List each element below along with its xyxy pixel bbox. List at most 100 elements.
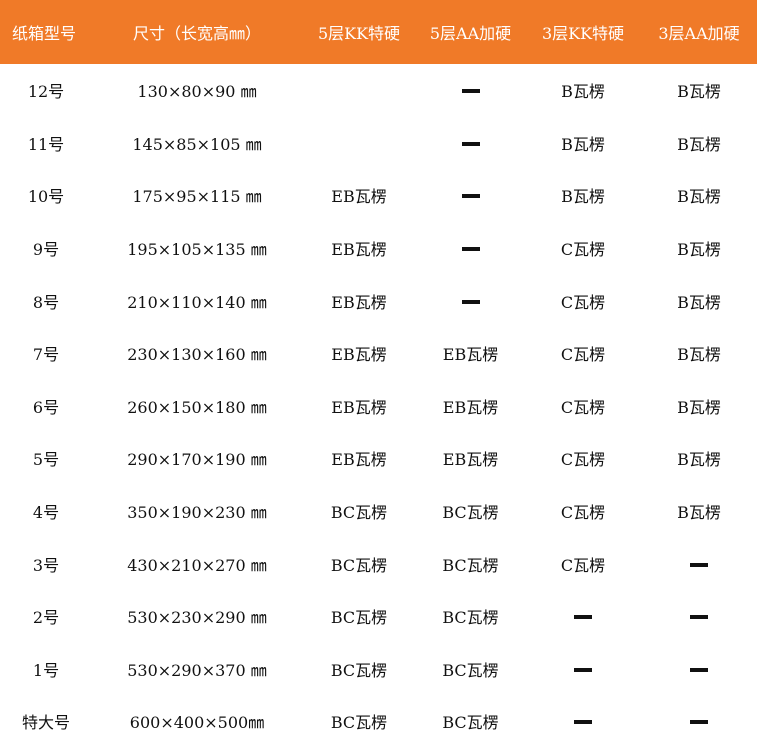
cell-model: 5号 <box>32 450 60 470</box>
carton-spec-sheet: 纸箱型号 尺寸（长宽高㎜） 5层KK特硬 5层AA加硬 3层KK特硬 3层AA加… <box>0 0 757 738</box>
cell-5ply-kk: EB瓦楞 <box>331 397 387 417</box>
cell-3ply-kk: C瓦楞 <box>560 503 606 523</box>
table-row: 10号 175×95×115 ㎜ EB瓦楞 — B瓦楞 B瓦楞 <box>0 169 757 222</box>
cell-5ply-aa: BC瓦楞 <box>442 713 499 733</box>
cell-size: 195×105×135 ㎜ <box>127 240 267 260</box>
cell-5ply-kk: EB瓦楞 <box>331 345 387 365</box>
header-5ply-aa: 5层AA加硬 <box>429 24 512 43</box>
cell-model: 2号 <box>32 608 60 628</box>
cell-3ply-aa: B瓦楞 <box>677 503 721 523</box>
dash-mark: — <box>461 89 480 94</box>
header-5ply-kk: 5层KK特硬 <box>317 24 401 43</box>
dash-mark: — <box>690 667 708 672</box>
cell-5ply-aa: — <box>416 169 525 222</box>
table-row: 6号 260×150×180 ㎜ EB瓦楞 EB瓦楞 C瓦楞 B瓦楞 <box>0 380 757 433</box>
cell-5ply-aa: EB瓦楞 <box>442 345 499 365</box>
cell-3ply-aa: B瓦楞 <box>677 187 721 207</box>
cell-model: 12号 <box>27 82 65 102</box>
table-row: 7号 230×130×160 ㎜ EB瓦楞 EB瓦楞 C瓦楞 B瓦楞 <box>0 327 757 380</box>
dash-mark: — <box>574 720 592 725</box>
cell-3ply-kk: B瓦楞 <box>561 187 605 207</box>
cell-size: 430×210×270 ㎜ <box>127 555 267 575</box>
cell-3ply-kk: C瓦楞 <box>560 555 606 575</box>
table-row: 9号 195×105×135 ㎜ EB瓦楞 — C瓦楞 B瓦楞 <box>0 222 757 275</box>
cell-5ply-kk <box>302 117 416 170</box>
cell-5ply-kk: EB瓦楞 <box>331 450 387 470</box>
header-size: 尺寸（长宽高㎜） <box>132 24 261 43</box>
cell-5ply-aa: EB瓦楞 <box>442 397 499 417</box>
dash-mark: — <box>461 194 480 199</box>
cell-5ply-kk: EB瓦楞 <box>331 187 387 207</box>
cell-5ply-kk: BC瓦楞 <box>330 713 388 733</box>
table-row: 8号 210×110×140 ㎜ EB瓦楞 — C瓦楞 B瓦楞 <box>0 274 757 327</box>
cell-3ply-aa: B瓦楞 <box>677 397 721 417</box>
table-header: 纸箱型号 尺寸（长宽高㎜） 5层KK特硬 5层AA加硬 3层KK特硬 3层AA加… <box>0 0 757 64</box>
cell-5ply-aa: BC瓦楞 <box>442 660 499 680</box>
table-row: 2号 530×230×290 ㎜ BC瓦楞 BC瓦楞 — — <box>0 590 757 643</box>
cell-3ply-aa: — <box>641 643 757 696</box>
cell-model: 3号 <box>32 555 60 575</box>
cell-model: 8号 <box>32 292 60 312</box>
cell-3ply-kk: B瓦楞 <box>561 82 605 102</box>
cell-size: 175×95×115 ㎜ <box>132 187 262 207</box>
cell-3ply-aa: — <box>641 695 757 748</box>
header-3ply-kk: 3层KK特硬 <box>541 24 625 43</box>
table-row: 4号 350×190×230 ㎜ BC瓦楞 BC瓦楞 C瓦楞 B瓦楞 <box>0 485 757 538</box>
table-row: 1号 530×290×370 ㎜ BC瓦楞 BC瓦楞 — — <box>0 643 757 696</box>
dash-mark: — <box>461 299 480 304</box>
cell-3ply-kk: — <box>525 695 641 748</box>
dash-mark: — <box>690 562 708 567</box>
cell-size: 350×190×230 ㎜ <box>127 503 267 523</box>
cell-3ply-kk: C瓦楞 <box>560 450 606 470</box>
cell-3ply-aa: B瓦楞 <box>677 240 721 260</box>
cell-3ply-kk: — <box>525 590 641 643</box>
cell-5ply-aa: — <box>416 274 525 327</box>
cell-size: 600×400×500㎜ <box>129 713 265 733</box>
header-3ply-aa: 3层AA加硬 <box>658 24 740 43</box>
cell-3ply-kk: — <box>525 643 641 696</box>
dash-mark: — <box>574 667 592 672</box>
cell-5ply-aa: BC瓦楞 <box>442 555 499 575</box>
cell-5ply-kk: EB瓦楞 <box>331 240 387 260</box>
cell-model: 4号 <box>32 503 60 523</box>
cell-5ply-aa: — <box>416 222 525 275</box>
carton-spec-table: 纸箱型号 尺寸（长宽高㎜） 5层KK特硬 5层AA加硬 3层KK特硬 3层AA加… <box>0 0 757 748</box>
table-row: 5号 290×170×190 ㎜ EB瓦楞 EB瓦楞 C瓦楞 B瓦楞 <box>0 432 757 485</box>
dash-mark: — <box>461 247 480 252</box>
cell-3ply-aa: B瓦楞 <box>677 292 721 312</box>
cell-3ply-aa: — <box>641 537 757 590</box>
dash-mark: — <box>461 141 480 146</box>
cell-5ply-aa: BC瓦楞 <box>442 608 499 628</box>
table-row: 特大号 600×400×500㎜ BC瓦楞 BC瓦楞 — — <box>0 695 757 748</box>
dash-mark: — <box>690 615 708 620</box>
dash-mark: — <box>690 720 708 725</box>
cell-5ply-kk: BC瓦楞 <box>330 503 388 523</box>
cell-3ply-kk: C瓦楞 <box>560 345 606 365</box>
dash-mark: — <box>574 615 592 620</box>
table-row: 12号 130×80×90 ㎜ — B瓦楞 B瓦楞 <box>0 64 757 117</box>
cell-5ply-kk: BC瓦楞 <box>330 660 388 680</box>
cell-size: 145×85×105 ㎜ <box>132 134 262 154</box>
cell-5ply-aa: — <box>416 117 525 170</box>
cell-3ply-kk: C瓦楞 <box>560 240 606 260</box>
cell-size: 530×230×290 ㎜ <box>127 608 267 628</box>
header-row: 纸箱型号 尺寸（长宽高㎜） 5层KK特硬 5层AA加硬 3层KK特硬 3层AA加… <box>0 0 757 64</box>
cell-3ply-aa: B瓦楞 <box>677 450 721 470</box>
cell-size: 530×290×370 ㎜ <box>127 660 267 680</box>
table-row: 3号 430×210×270 ㎜ BC瓦楞 BC瓦楞 C瓦楞 — <box>0 537 757 590</box>
cell-model: 6号 <box>32 397 60 417</box>
cell-5ply-kk: BC瓦楞 <box>330 555 388 575</box>
cell-model: 9号 <box>32 240 60 260</box>
cell-model: 10号 <box>27 187 65 207</box>
cell-5ply-kk: EB瓦楞 <box>331 292 387 312</box>
cell-3ply-kk: C瓦楞 <box>560 292 606 312</box>
cell-3ply-aa: B瓦楞 <box>677 345 721 365</box>
cell-size: 260×150×180 ㎜ <box>127 397 267 417</box>
cell-3ply-aa: — <box>641 590 757 643</box>
header-model: 纸箱型号 <box>12 24 77 43</box>
cell-size: 130×80×90 ㎜ <box>137 82 257 102</box>
cell-3ply-kk: C瓦楞 <box>560 397 606 417</box>
cell-5ply-aa: BC瓦楞 <box>442 503 499 523</box>
cell-5ply-kk <box>302 64 416 117</box>
cell-model: 1号 <box>32 660 60 680</box>
